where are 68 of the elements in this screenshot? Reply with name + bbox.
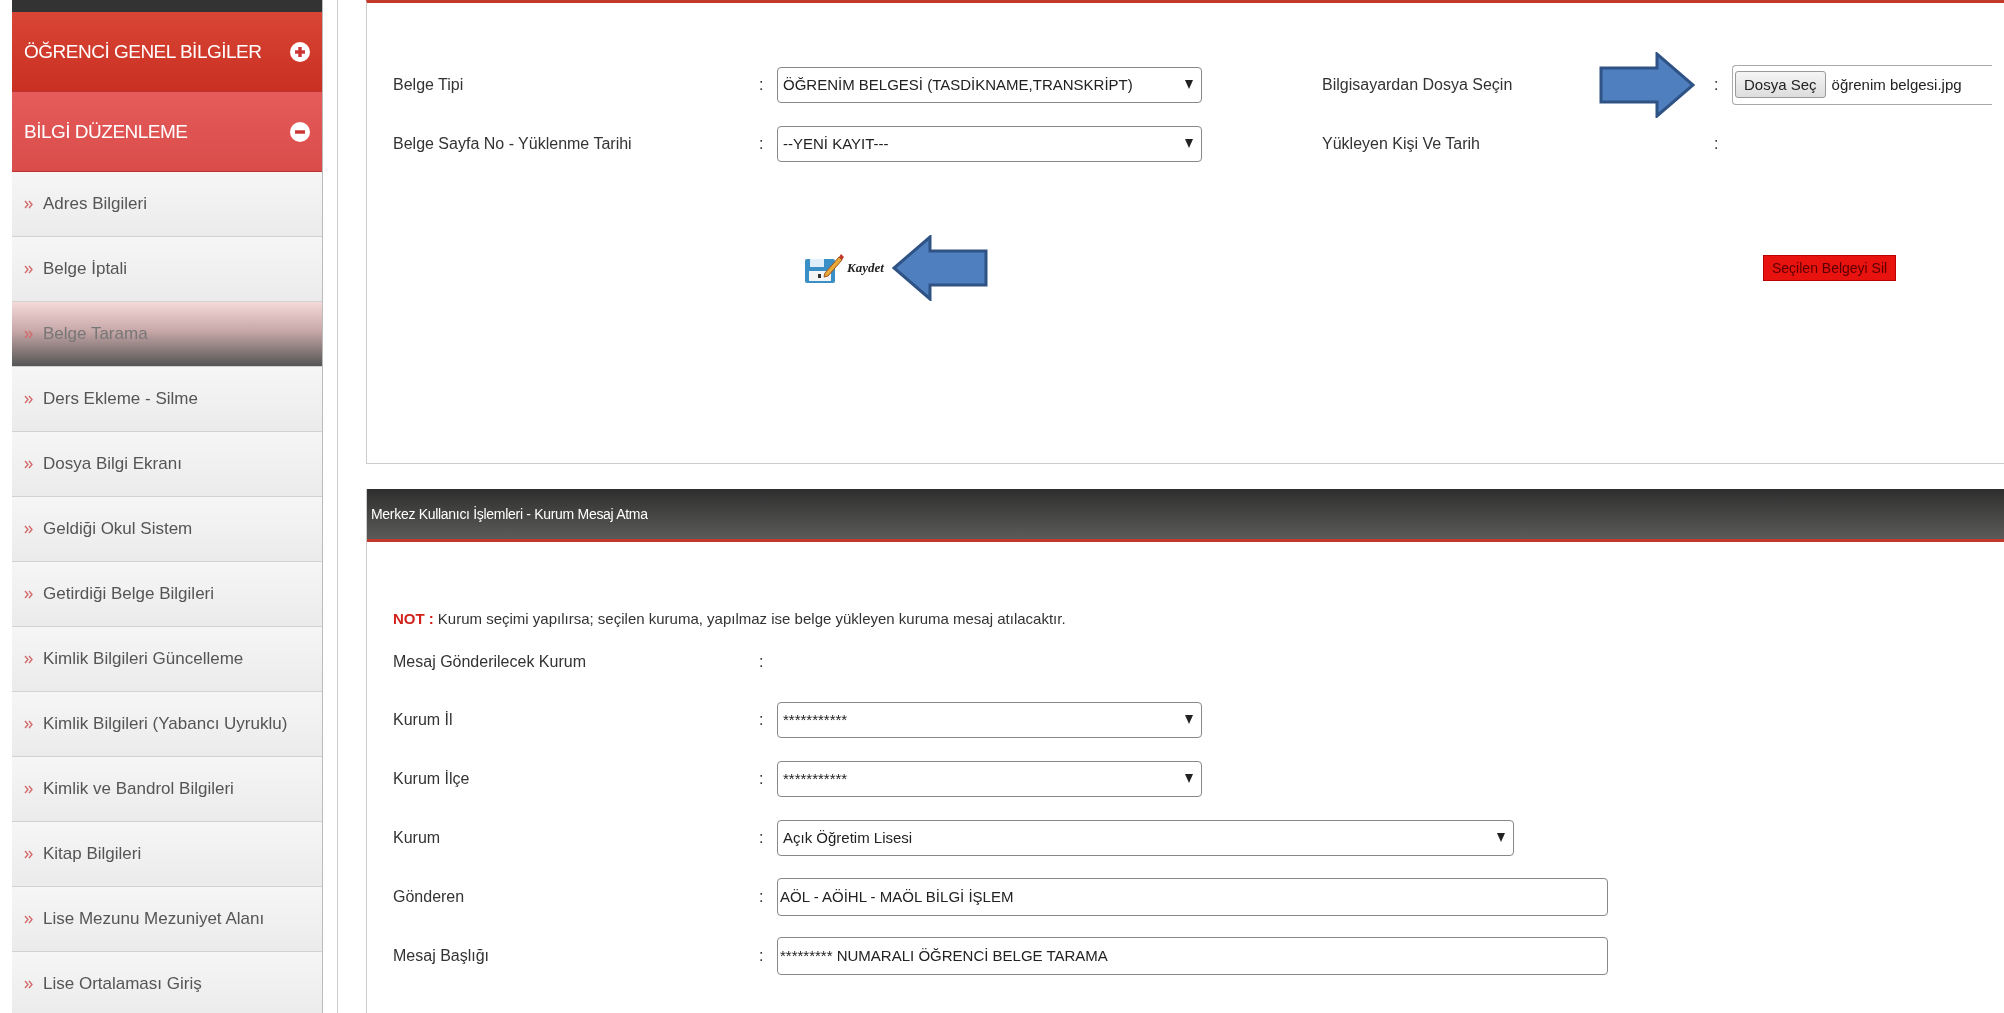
- menu-item[interactable]: Adres Bilgileri: [12, 172, 322, 237]
- caret-icon: [1185, 774, 1193, 783]
- dropdown[interactable]: --YENİ KAYIT---: [777, 125, 1202, 162]
- colon: :: [1714, 134, 1720, 153]
- input-field[interactable]: ********* NUMARALI ÖĞRENCİ BELGE TARAMA: [777, 936, 1608, 975]
- menu-item[interactable]: Lise Ortalaması Giriş: [12, 952, 322, 1013]
- field-label: Kurum İlçe: [392, 769, 471, 788]
- menu-item[interactable]: Kitap Bilgileri: [12, 822, 322, 887]
- menu-item[interactable]: Dosya Bilgi Ekranı: [12, 432, 322, 497]
- colon: :: [1714, 75, 1720, 94]
- caret-icon: [1185, 139, 1193, 148]
- menu-item[interactable]: Belge İptali: [12, 237, 322, 302]
- menu-item[interactable]: Kimlik Bilgileri (Yabancı Uyruklu): [12, 692, 322, 757]
- field-label: Belge Sayfa No - Yüklenme Tarihi: [392, 134, 633, 153]
- colon: :: [759, 769, 765, 788]
- floppy-pencil-icon: [803, 251, 845, 285]
- chevron-icon: [24, 849, 33, 859]
- caret-icon: [1185, 80, 1193, 89]
- chevron-icon: [24, 459, 33, 469]
- expand-icon: [290, 41, 310, 62]
- colon: :: [759, 946, 765, 965]
- input-field[interactable]: AÖL - AÖİHL - MAÖL BİLGİ İŞLEM: [777, 877, 1608, 916]
- field-label: Gönderen: [392, 887, 466, 906]
- chevron-icon: [24, 654, 33, 664]
- field-label: Yükleyen Kişi Ve Tarih: [1322, 134, 1481, 153]
- section-header[interactable]: BİLGİ DÜZENLEME: [12, 92, 322, 172]
- field-label: Mesaj Başlığı: [392, 946, 491, 965]
- chevron-icon: [24, 589, 33, 599]
- collapse-icon: [290, 121, 310, 142]
- menu-item[interactable]: Ders Ekleme - Silme: [12, 367, 322, 432]
- menu-item[interactable]: Kimlik ve Bandrol Bilgileri: [12, 757, 322, 822]
- caret-icon: [1497, 833, 1505, 842]
- chevron-icon: [24, 979, 33, 989]
- note-label: NOT :: [393, 609, 434, 627]
- chevron-icon: [24, 329, 33, 339]
- caret-icon: [1185, 715, 1193, 724]
- note-text: Kurum seçimi yapılırsa; seçilen kuruma, yapılmaz ise belge yükleyen kuruma mesaj atılacaktır.: [437, 609, 1066, 627]
- menu-item[interactable]: Lise Mezunu Mezuniyet Alanı: [12, 887, 322, 952]
- dropdown[interactable]: ÖĞRENİM BELGESİ (TASDİKNAME,TRANSKRİPT): [777, 66, 1202, 103]
- menu-item[interactable]: Kimlik Bilgileri Güncelleme: [12, 627, 322, 692]
- menu-item[interactable]: Geldiği Okul Sistem: [12, 497, 322, 562]
- chevron-icon: [24, 784, 33, 794]
- panel-header: Merkez Kullanıcı İşlemleri - Kurum Mesaj Atma: [367, 489, 2004, 542]
- dropdown[interactable]: ***********: [777, 760, 1202, 797]
- field-label: Mesaj Gönderilecek Kurum: [392, 653, 587, 671]
- dropdown[interactable]: ***********: [777, 701, 1202, 738]
- menu-item[interactable]: Getirdiği Belge Bilgileri: [12, 562, 322, 627]
- field-label: Kurum İl: [392, 710, 454, 729]
- choose-file-button[interactable]: Dosya Seç: [1735, 71, 1826, 98]
- chevron-icon: [24, 524, 33, 534]
- colon: :: [759, 75, 765, 94]
- chevron-icon: [24, 264, 33, 274]
- chevron-icon: [24, 914, 33, 924]
- file-name: öğrenim belgesi.jpg: [1831, 76, 1962, 93]
- colon: :: [759, 710, 765, 729]
- colon: :: [759, 828, 765, 847]
- field-label: Belge Tipi: [392, 75, 465, 94]
- colon: :: [759, 134, 765, 153]
- section-header[interactable]: ÖĞRENCİ GENEL BİLGİLER: [12, 12, 322, 92]
- chevron-icon: [24, 199, 33, 209]
- chevron-icon: [24, 719, 33, 729]
- dropdown[interactable]: Açık Öğretim Lisesi: [777, 819, 1514, 856]
- chevron-icon: [24, 394, 33, 404]
- colon: :: [759, 887, 765, 906]
- field-label: Bilgisayardan Dosya Seçin: [1322, 75, 1514, 94]
- field-label: Kurum: [392, 828, 442, 847]
- colon: :: [759, 653, 765, 671]
- save-button[interactable]: Kaydet: [803, 251, 884, 285]
